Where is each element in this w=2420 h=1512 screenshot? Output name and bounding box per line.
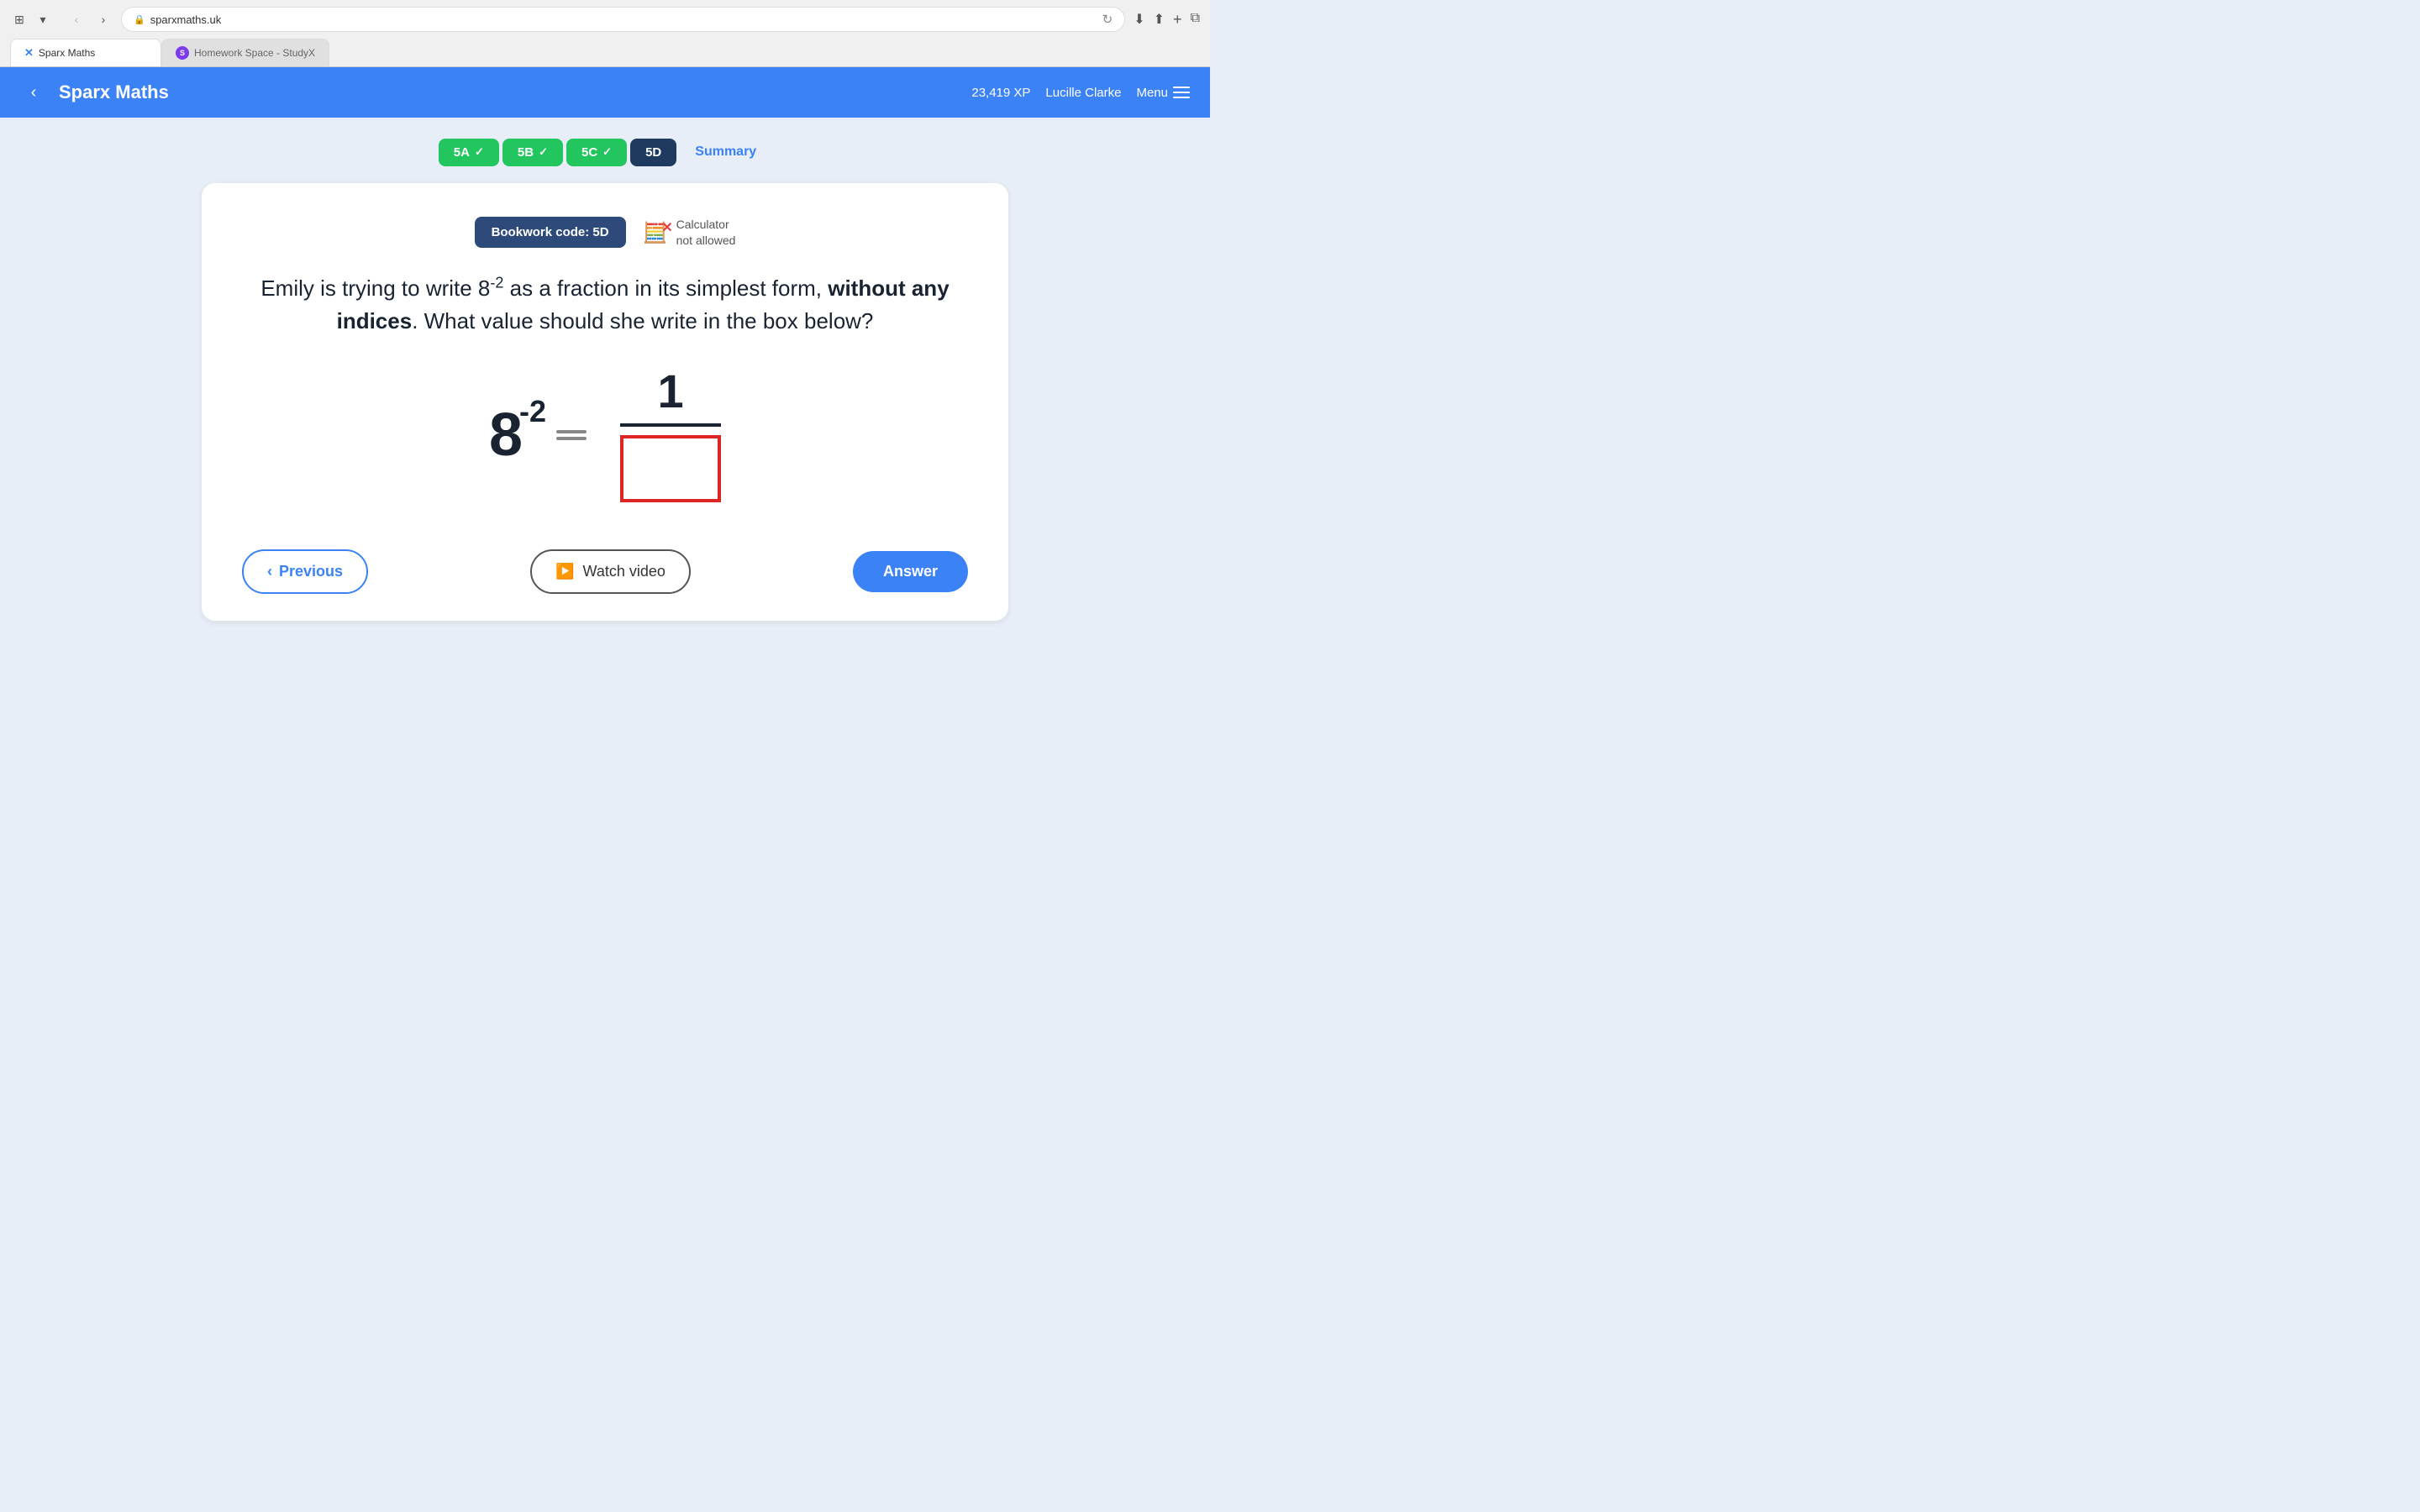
tab-grid-button[interactable]: ⊞ bbox=[10, 10, 29, 29]
question-text: Emily is trying to write 8-2 as a fracti… bbox=[242, 271, 968, 338]
calculator-info: 🧮 ✕ Calculator not allowed bbox=[643, 217, 736, 247]
answer-button[interactable]: Answer bbox=[853, 551, 968, 592]
calculator-status: not allowed bbox=[676, 233, 736, 248]
user-name: Lucille Clarke bbox=[1045, 86, 1121, 100]
question-superscript: -2 bbox=[490, 274, 503, 291]
progress-tabs: 5A ✓ 5B ✓ 5C ✓ 5D Summary bbox=[439, 138, 771, 166]
math-display: 8 -2 1 bbox=[242, 368, 968, 502]
hamburger-icon bbox=[1173, 87, 1190, 98]
sparx-tab-icon: ✕ bbox=[24, 46, 34, 60]
previous-button[interactable]: ‹ Previous bbox=[242, 549, 368, 594]
question-bold: without any indices bbox=[337, 276, 950, 333]
calculator-label: Calculator bbox=[676, 217, 736, 232]
sparx-tab-label: Sparx Maths bbox=[39, 47, 95, 59]
tab-5b[interactable]: 5B ✓ bbox=[502, 139, 563, 166]
watch-video-button[interactable]: ▶️ Watch video bbox=[530, 549, 691, 594]
watch-video-label: Watch video bbox=[583, 563, 666, 580]
back-button[interactable]: ‹ bbox=[67, 10, 86, 29]
tab-grid-chevron[interactable]: ▾ bbox=[34, 10, 52, 29]
answer-label: Answer bbox=[883, 563, 938, 580]
previous-label: Previous bbox=[279, 563, 343, 580]
bookwork-code: Bookwork code: 5D bbox=[475, 217, 626, 248]
tab-5d-label: 5D bbox=[645, 145, 661, 160]
reload-icon[interactable]: ↻ bbox=[1102, 12, 1113, 27]
question-part-1: Emily is trying to write 8-2 as a fracti… bbox=[260, 276, 949, 333]
browser-tabs: ✕ Sparx Maths S Homework Space - StudyX bbox=[10, 39, 1200, 66]
new-tab-icon[interactable]: + bbox=[1173, 11, 1182, 29]
studyx-tab-label: Homework Space - StudyX bbox=[194, 47, 315, 59]
math-base-expression: 8 -2 bbox=[489, 405, 523, 465]
tab-summary-label: Summary bbox=[695, 144, 756, 160]
lock-icon: 🔒 bbox=[134, 14, 145, 25]
tab-5c-label: 5C bbox=[581, 145, 597, 160]
xp-display: 23,419 XP bbox=[971, 86, 1030, 100]
equals-line-top bbox=[556, 430, 587, 433]
tab-5a[interactable]: 5A ✓ bbox=[439, 139, 499, 166]
tab-sparx-maths[interactable]: ✕ Sparx Maths bbox=[10, 39, 161, 66]
tab-5b-label: 5B bbox=[518, 145, 534, 160]
windows-icon[interactable]: ⧉ bbox=[1191, 11, 1200, 29]
question-card: Bookwork code: 5D 🧮 ✕ Calculator not all… bbox=[202, 183, 1008, 621]
tab-5c-check: ✓ bbox=[602, 145, 612, 159]
download-icon[interactable]: ⬇ bbox=[1134, 11, 1144, 29]
video-play-icon: ▶️ bbox=[555, 563, 574, 580]
equals-line-bottom bbox=[556, 437, 587, 440]
browser-actions: ⬇ ⬆ + ⧉ bbox=[1134, 11, 1200, 29]
tab-studyx[interactable]: S Homework Space - StudyX bbox=[161, 39, 329, 66]
tab-5a-label: 5A bbox=[454, 145, 470, 160]
calculator-text: Calculator not allowed bbox=[676, 217, 736, 247]
header-left: ‹ Sparx Maths bbox=[20, 79, 169, 106]
tab-5b-check: ✓ bbox=[539, 145, 548, 159]
math-exponent-display: -2 bbox=[519, 396, 546, 427]
math-equals-sign bbox=[556, 430, 587, 440]
share-icon[interactable]: ⬆ bbox=[1154, 11, 1165, 29]
card-meta: Bookwork code: 5D 🧮 ✕ Calculator not all… bbox=[242, 217, 968, 248]
forward-button[interactable]: › bbox=[94, 10, 113, 29]
calculator-icon-wrapper: 🧮 ✕ bbox=[643, 221, 670, 244]
address-text: sparxmaths.uk bbox=[150, 13, 222, 26]
menu-button[interactable]: Menu bbox=[1136, 86, 1190, 100]
menu-label: Menu bbox=[1136, 86, 1168, 100]
main-content: 5A ✓ 5B ✓ 5C ✓ 5D Summary Bookwork code:… bbox=[0, 118, 1210, 773]
previous-chevron-icon: ‹ bbox=[267, 563, 272, 580]
browser-chrome: ⊞ ▾ ‹ › 🔒 sparxmaths.uk ↻ ⬇ ⬆ + ⧉ ✕ Spar… bbox=[0, 0, 1210, 67]
math-base-number: 8 bbox=[489, 402, 523, 469]
tab-5c[interactable]: 5C ✓ bbox=[566, 139, 627, 166]
studyx-tab-icon: S bbox=[176, 46, 189, 60]
app-title: Sparx Maths bbox=[59, 81, 169, 103]
bottom-buttons: ‹ Previous ▶️ Watch video Answer bbox=[242, 536, 968, 594]
tab-5a-check: ✓ bbox=[475, 145, 484, 159]
tab-summary[interactable]: Summary bbox=[680, 138, 771, 166]
address-bar[interactable]: 🔒 sparxmaths.uk ↻ bbox=[121, 7, 1125, 32]
fraction-line bbox=[620, 423, 721, 427]
browser-toolbar: ⊞ ▾ ‹ › 🔒 sparxmaths.uk ↻ ⬇ ⬆ + ⧉ bbox=[10, 7, 1200, 32]
fraction-numerator: 1 bbox=[657, 368, 683, 420]
fraction-denominator-box[interactable] bbox=[620, 435, 721, 502]
header-right: 23,419 XP Lucille Clarke Menu bbox=[971, 86, 1190, 100]
back-arrow-button[interactable]: ‹ bbox=[20, 79, 47, 106]
math-fraction: 1 bbox=[620, 368, 721, 502]
app-header: ‹ Sparx Maths 23,419 XP Lucille Clarke M… bbox=[0, 67, 1210, 118]
tab-5d[interactable]: 5D bbox=[630, 139, 676, 166]
calculator-cross-icon: ✕ bbox=[661, 219, 672, 236]
